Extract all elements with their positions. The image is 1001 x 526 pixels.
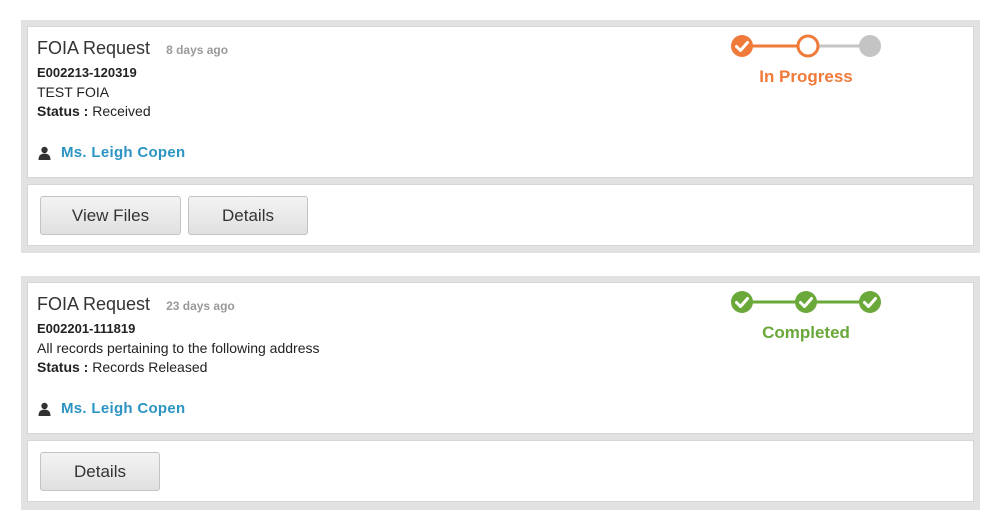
request-id: E002213-120319	[37, 65, 137, 80]
progress-tracker: In Progress	[721, 33, 891, 89]
user-icon	[38, 402, 51, 416]
status-value: Records Released	[92, 359, 208, 375]
request-description: TEST FOIA	[37, 84, 110, 100]
step-2-complete	[795, 291, 817, 313]
progress-tracker: Completed	[721, 289, 891, 345]
view-files-button[interactable]: View Files	[40, 196, 181, 235]
request-actions: Details	[27, 440, 974, 502]
step-3-complete	[859, 291, 881, 313]
request-card: FOIA Request 8 days ago E002213-120319 T…	[21, 20, 980, 253]
request-actions: View Files Details	[27, 184, 974, 246]
request-age: 8 days ago	[166, 43, 229, 57]
step-3-pending	[859, 35, 881, 57]
requester: Ms. Leigh Copen	[38, 144, 186, 161]
request-card: FOIA Request 23 days ago E002201-111819 …	[21, 276, 980, 510]
progress-steps	[731, 34, 881, 58]
request-status: Status : Received	[37, 103, 151, 119]
request-age: 23 days ago	[166, 299, 235, 313]
details-button[interactable]: Details	[40, 452, 160, 491]
request-description: All records pertaining to the following …	[37, 340, 320, 356]
requester-name[interactable]: Ms. Leigh Copen	[61, 400, 186, 417]
step-1-complete	[731, 35, 753, 57]
status-value: Received	[92, 103, 151, 119]
step-1-complete	[731, 291, 753, 313]
request-id: E002201-111819	[37, 321, 136, 336]
request-title: FOIA Request	[37, 294, 151, 314]
step-2-current	[796, 34, 820, 58]
user-icon	[38, 146, 51, 160]
status-label: Status :	[37, 359, 89, 375]
request-summary: FOIA Request 23 days ago E002201-111819 …	[27, 282, 974, 434]
progress-steps	[731, 291, 881, 313]
request-summary: FOIA Request 8 days ago E002213-120319 T…	[27, 26, 974, 178]
requester: Ms. Leigh Copen	[38, 400, 186, 417]
request-status: Status : Records Released	[37, 359, 207, 375]
progress-label: In Progress	[759, 67, 853, 86]
status-label: Status :	[37, 103, 89, 119]
details-button[interactable]: Details	[188, 196, 308, 235]
progress-label: Completed	[762, 323, 850, 342]
requester-name[interactable]: Ms. Leigh Copen	[61, 144, 186, 161]
request-title: FOIA Request	[37, 38, 151, 58]
